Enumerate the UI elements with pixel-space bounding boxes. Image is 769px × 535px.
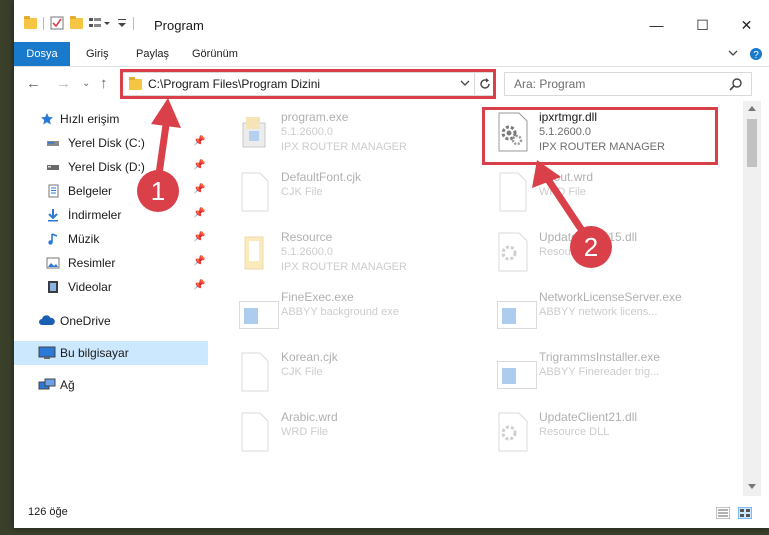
annotation-badge-1: 1: [137, 170, 179, 212]
annotation-arrows: [151, 98, 587, 236]
annotation-badge-2: 2: [570, 226, 612, 268]
